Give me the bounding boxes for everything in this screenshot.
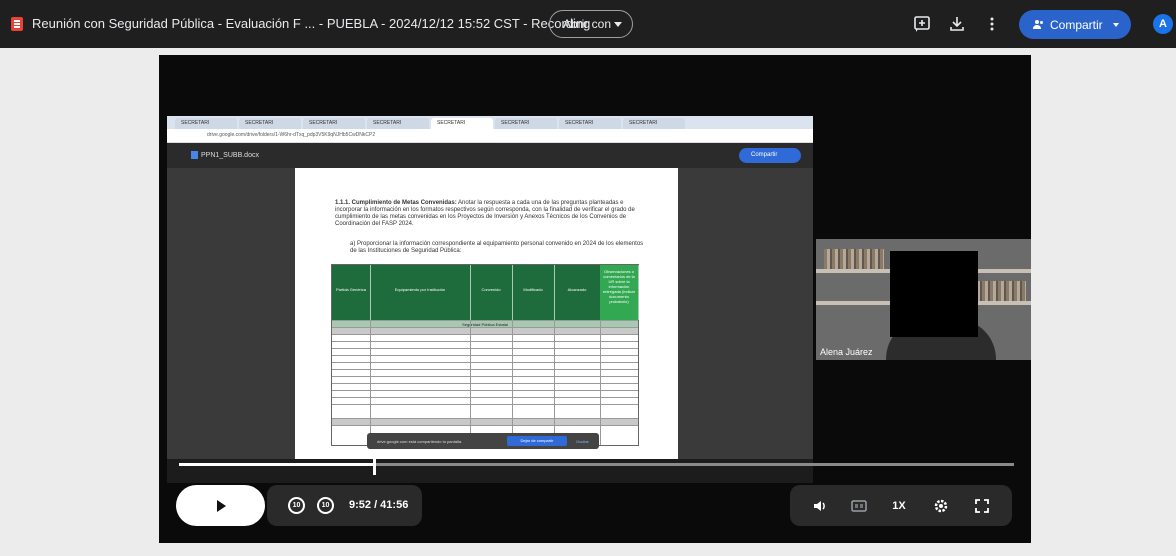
participant-name: Alena Juárez — [820, 347, 873, 357]
doc-share-button: Compartir — [739, 148, 801, 163]
table-divider — [600, 320, 601, 445]
share-button[interactable]: Compartir — [1019, 10, 1131, 39]
replay-10-icon[interactable]: 10 — [288, 497, 305, 514]
share-label: Compartir — [1050, 18, 1103, 32]
table-divider — [470, 320, 471, 445]
table-header-cell: Equipamiento por Institución — [370, 265, 471, 320]
table-header-cell: Observaciones o comentarios de la UR sob… — [600, 265, 639, 320]
chevron-down-icon — [614, 22, 622, 27]
progress-bar[interactable] — [179, 454, 1014, 475]
browser-tab: SECRETARI — [559, 118, 621, 129]
play-icon — [217, 500, 226, 512]
table-divider — [370, 320, 371, 445]
toast-message: drive.google.com está compartiendo tu pa… — [377, 439, 463, 444]
doc-file-icon — [191, 151, 198, 159]
doc-item-a: a) Proporcionar la información correspon… — [350, 241, 644, 254]
toast-stop-button: Dejar de compartir — [507, 436, 567, 446]
browser-address-bar: drive.google.com/drive/folders/1-W6hr-dT… — [167, 129, 813, 143]
forward-10-icon[interactable]: 10 — [317, 497, 334, 514]
table-header-cell: Alcanzado — [554, 265, 601, 320]
browser-tab: SECRETARI — [367, 118, 429, 129]
avatar[interactable]: A — [1153, 14, 1173, 34]
more-vert-icon[interactable] — [982, 14, 1002, 34]
browser-tab: SECRETARI — [431, 118, 493, 129]
participant-video: Alena Juárez — [816, 239, 1031, 360]
doc-right-panel — [678, 168, 813, 483]
captions-icon[interactable] — [849, 496, 869, 516]
play-button[interactable] — [176, 485, 265, 526]
people-icon — [1033, 20, 1043, 29]
settings-icon[interactable] — [931, 496, 951, 516]
viewer-topbar: Reunión con Seguridad Pública - Evaluaci… — [0, 0, 1176, 48]
speed-button[interactable]: 1X — [889, 496, 909, 516]
progress-played — [179, 463, 375, 466]
browser-tab: SECRETARI — [175, 118, 237, 129]
table-header-cell: Partida Genérica — [332, 265, 371, 320]
doc-name: PPN1_SUBB.docx — [201, 152, 259, 159]
fullscreen-icon[interactable] — [972, 496, 992, 516]
document-page: 1.1.1. Cumplimiento de Metas Convenidas:… — [295, 168, 678, 483]
browser-tab: SECRETARI — [303, 118, 365, 129]
doc-heading-bold: 1.1.1. Cumplimiento de Metas Convenidas: — [335, 200, 457, 206]
browser-tab: SECRETARI — [495, 118, 557, 129]
chevron-down-icon — [1113, 23, 1119, 27]
table-row — [332, 425, 638, 433]
screen-share-toast: drive.google.com está compartiendo tu pa… — [367, 433, 599, 449]
file-title: Reunión con Seguridad Pública - Evaluaci… — [32, 16, 591, 31]
doc-table: Partida Genérica Equipamiento por Instit… — [331, 264, 639, 446]
toast-hide-button: Ocultar — [576, 439, 589, 444]
books — [824, 249, 884, 269]
browser-url: drive.google.com/drive/folders/1-W6hr-dT… — [207, 132, 376, 138]
download-icon[interactable] — [947, 14, 967, 34]
browser-tab: SECRETARI — [239, 118, 301, 129]
table-header-cell: Convenido — [470, 265, 513, 320]
table-header: Partida Genérica Equipamiento por Instit… — [332, 265, 639, 320]
shared-screen: SECRETARI SECRETARI SECRETARI SECRETARI … — [167, 116, 813, 483]
add-comment-icon[interactable] — [912, 14, 932, 34]
doc-heading: 1.1.1. Cumplimiento de Metas Convenidas:… — [335, 200, 647, 228]
video-player[interactable]: SECRETARI SECRETARI SECRETARI SECRETARI … — [159, 55, 1031, 543]
recording-file-icon — [11, 17, 23, 31]
table-divider — [554, 320, 555, 445]
open-with-button[interactable]: Abrir con — [549, 10, 633, 38]
progress-scrubber[interactable] — [373, 454, 377, 475]
face-redaction — [890, 251, 978, 337]
open-with-label: Abrir con — [563, 17, 612, 31]
table-header-cell: Modificado — [512, 265, 555, 320]
browser-tab-strip: SECRETARI SECRETARI SECRETARI SECRETARI … — [167, 116, 813, 129]
time-display: 9:52 / 41:56 — [349, 499, 409, 511]
table-row — [332, 404, 638, 419]
doc-side-panel — [167, 168, 295, 483]
table-divider — [512, 320, 513, 445]
doc-toolbar: PPN1_SUBB.docx Compartir — [167, 143, 813, 168]
volume-icon[interactable] — [810, 496, 830, 516]
browser-tab: SECRETARI — [623, 118, 685, 129]
